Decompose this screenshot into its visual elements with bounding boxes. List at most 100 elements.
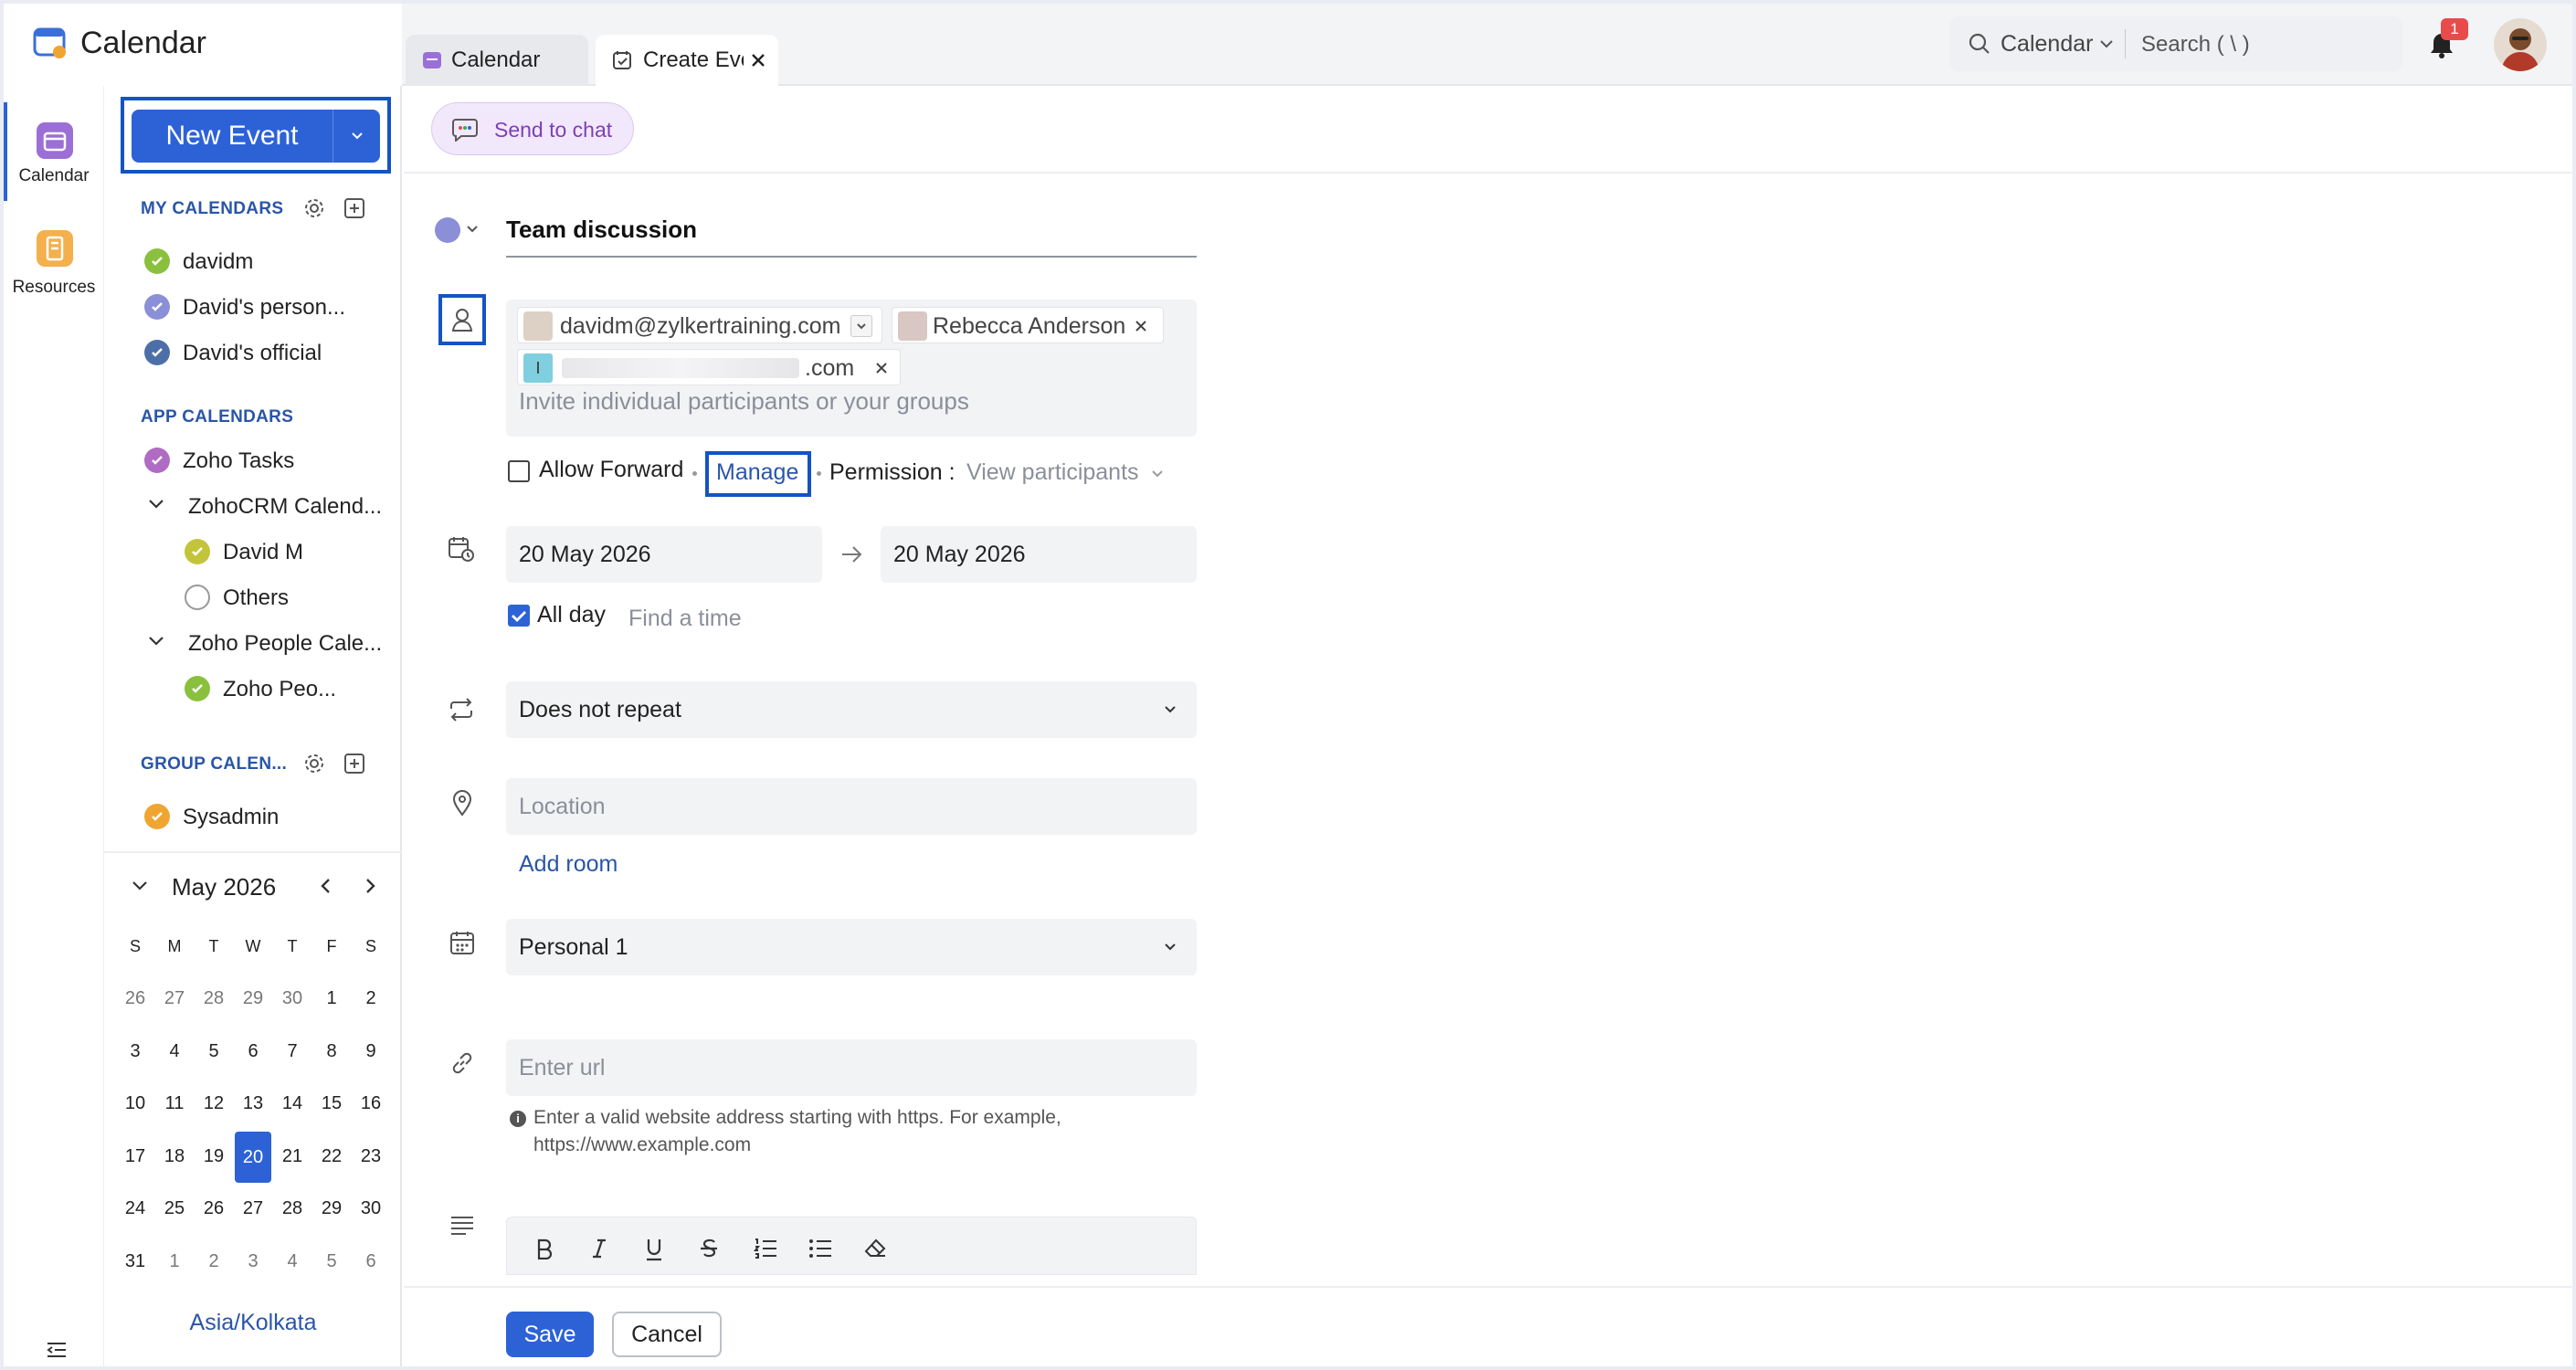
remove-participant-icon[interactable]: [1134, 319, 1148, 333]
save-button[interactable]: Save: [506, 1312, 594, 1357]
mini-calendar-day[interactable]: 30: [274, 988, 311, 1009]
mini-calendar-day[interactable]: 4: [156, 1041, 193, 1062]
allow-forward-checkbox[interactable]: [508, 460, 530, 482]
strikethrough-icon[interactable]: [699, 1238, 719, 1259]
participant-chip[interactable]: Rebecca Anderson: [892, 307, 1164, 343]
manage-link[interactable]: Manage: [716, 459, 798, 486]
send-to-chat-button[interactable]: Send to chat: [431, 102, 634, 155]
clear-format-icon[interactable]: [863, 1238, 887, 1259]
invite-input[interactable]: Invite individual participants or your g…: [519, 387, 969, 416]
cancel-button[interactable]: Cancel: [612, 1312, 722, 1357]
mini-calendar-day[interactable]: 23: [353, 1146, 389, 1167]
underline-icon[interactable]: [644, 1238, 664, 1261]
participant-chip[interactable]: I .com: [517, 349, 901, 385]
all-day-checkbox[interactable]: [508, 605, 530, 627]
add-room-link[interactable]: Add room: [519, 851, 618, 878]
repeat-select[interactable]: Does not repeat: [506, 681, 1197, 738]
mini-calendar-day[interactable]: 19: [195, 1146, 232, 1167]
italic-icon[interactable]: [589, 1238, 609, 1259]
bold-icon[interactable]: [534, 1238, 554, 1259]
mini-calendar-day[interactable]: 21: [274, 1146, 311, 1167]
weekday-header: F: [326, 937, 337, 955]
search-scope[interactable]: Calendar: [2001, 31, 2093, 58]
mini-calendar-day[interactable]: 26: [117, 988, 153, 1009]
url-placeholder: Enter url: [519, 1055, 606, 1080]
link-icon: [449, 1050, 475, 1076]
description-icon: [449, 1215, 475, 1237]
search-bar[interactable]: Calendar Search ( \ ): [1949, 16, 2402, 71]
weekday-header: T: [287, 937, 298, 955]
mini-calendar-day[interactable]: 8: [313, 1041, 350, 1062]
mini-calendar-day[interactable]: 2: [353, 988, 389, 1009]
send-to-chat-label: Send to chat: [494, 118, 613, 142]
numbered-list-icon[interactable]: [754, 1238, 777, 1259]
end-date-field[interactable]: 20 May 2026: [881, 526, 1197, 583]
bullet-list-icon[interactable]: [808, 1238, 832, 1259]
mini-calendar-day[interactable]: 5: [195, 1041, 232, 1062]
mini-calendar-day[interactable]: 29: [313, 1198, 350, 1219]
mini-calendar-day-selected[interactable]: 20: [235, 1131, 271, 1183]
mini-calendar-day[interactable]: 13: [235, 1093, 271, 1114]
participant-label: davidm@zylkertraining.com: [560, 313, 841, 339]
mini-calendar-day[interactable]: 30: [353, 1198, 389, 1219]
mini-calendar-day[interactable]: 9: [353, 1041, 389, 1062]
nav-item-resources[interactable]: Resources: [4, 219, 104, 311]
mini-calendar-day[interactable]: 27: [156, 988, 193, 1009]
collapse-sidebar-icon[interactable]: [46, 1341, 68, 1359]
event-title-input[interactable]: Team discussion: [506, 212, 1197, 258]
mini-calendar-day[interactable]: 15: [313, 1093, 350, 1114]
mini-calendar-day[interactable]: 28: [195, 988, 232, 1009]
nav-item-calendar[interactable]: Calendar: [4, 106, 104, 197]
mini-calendar-day[interactable]: 1: [313, 988, 350, 1009]
top-bar: Calendar Calendar Create Eve Calendar Se…: [4, 4, 2572, 86]
mini-calendar-day[interactable]: 29: [235, 988, 271, 1009]
mini-calendar-day[interactable]: 14: [274, 1093, 311, 1114]
mini-calendar-day[interactable]: 2: [195, 1251, 232, 1272]
remove-participant-icon[interactable]: [874, 361, 889, 375]
permission-select[interactable]: View participants: [966, 459, 1139, 486]
location-field[interactable]: Location: [506, 778, 1197, 835]
participants-field[interactable]: davidm@zylkertraining.com Rebecca Anders…: [506, 300, 1197, 437]
mini-calendar-day[interactable]: 28: [274, 1198, 311, 1219]
timezone-link[interactable]: Asia/Kolkata: [104, 1310, 402, 1336]
mini-calendar-day[interactable]: 12: [195, 1093, 232, 1114]
mini-calendar-day[interactable]: 7: [274, 1041, 311, 1062]
event-color-dot[interactable]: [435, 217, 460, 243]
mini-calendar-day[interactable]: 11: [156, 1093, 193, 1114]
mini-calendar-day[interactable]: 6: [353, 1251, 389, 1272]
permission-label: Permission :: [829, 459, 955, 485]
mini-calendar-day[interactable]: 17: [117, 1146, 153, 1167]
start-date-field[interactable]: 20 May 2026: [506, 526, 822, 583]
participant-label: Rebecca Anderson: [933, 313, 1126, 339]
mini-calendar-day[interactable]: 1: [156, 1251, 193, 1272]
mini-calendar-day[interactable]: 27: [235, 1198, 271, 1219]
mini-calendar-day[interactable]: 3: [235, 1251, 271, 1272]
mini-calendar-day[interactable]: 4: [274, 1251, 311, 1272]
mini-calendar-day[interactable]: 26: [195, 1198, 232, 1219]
participant-chip[interactable]: davidm@zylkertraining.com: [517, 307, 882, 343]
chevron-down-icon[interactable]: [466, 225, 479, 234]
arrow-right-icon: [840, 544, 864, 564]
mini-calendar-day[interactable]: 16: [353, 1093, 389, 1114]
mini-calendar-day[interactable]: 22: [313, 1146, 350, 1167]
url-field[interactable]: Enter url: [506, 1039, 1197, 1096]
avatar[interactable]: [2494, 18, 2547, 71]
search-input[interactable]: Search ( \ ): [2141, 32, 2250, 58]
calendar-icon: [35, 121, 75, 161]
tab-label: Calendar: [451, 47, 541, 72]
close-tab-icon[interactable]: [749, 51, 767, 69]
mini-calendar-day[interactable]: 31: [117, 1251, 153, 1272]
participant-options[interactable]: [850, 315, 872, 337]
tab-create-event[interactable]: Create Eve: [596, 35, 778, 86]
app-title: Calendar: [80, 26, 206, 60]
mini-calendar-day[interactable]: 24: [117, 1198, 153, 1219]
mini-calendar-day[interactable]: 25: [156, 1198, 193, 1219]
mini-calendar-day[interactable]: 6: [235, 1041, 271, 1062]
calendar-select[interactable]: Personal 1: [506, 919, 1197, 975]
mini-calendar-day[interactable]: 18: [156, 1146, 193, 1167]
mini-calendar-day[interactable]: 3: [117, 1041, 153, 1062]
tab-calendar[interactable]: Calendar: [406, 35, 588, 86]
find-time-link[interactable]: Find a time: [628, 606, 742, 632]
mini-calendar-day[interactable]: 10: [117, 1093, 153, 1114]
mini-calendar-day[interactable]: 5: [313, 1251, 350, 1272]
